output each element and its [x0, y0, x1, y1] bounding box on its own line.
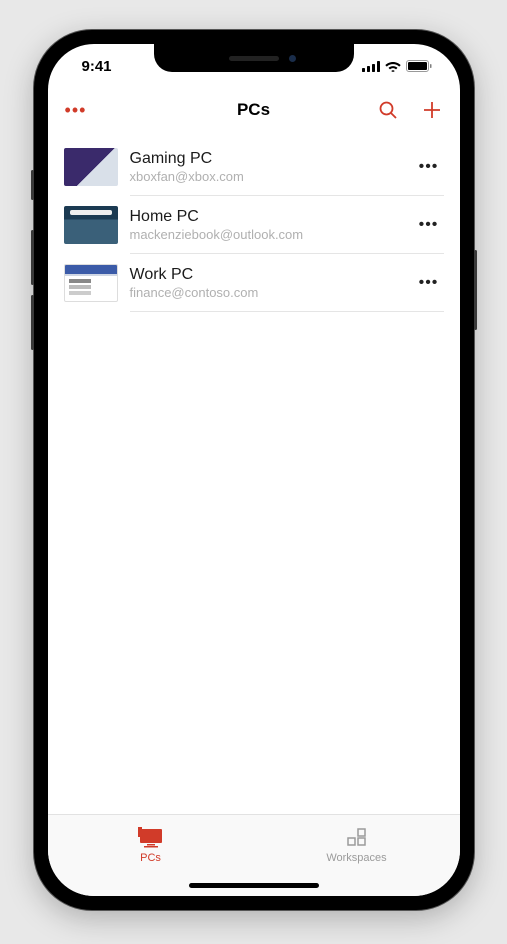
- notch: [154, 44, 354, 72]
- workspaces-icon: [344, 827, 370, 849]
- list-item[interactable]: Home PC mackenziebook@outlook.com •••: [48, 196, 460, 254]
- tab-label: PCs: [140, 852, 161, 864]
- monitor-icon: [138, 827, 164, 849]
- tab-pcs[interactable]: PCs: [48, 815, 254, 876]
- status-indicators: [362, 60, 432, 72]
- pc-name: Work PC: [130, 266, 402, 284]
- battery-icon: [406, 60, 432, 72]
- pc-list: Gaming PC xboxfan@xbox.com ••• Home PC m…: [48, 132, 460, 814]
- search-icon: [378, 100, 398, 120]
- cellular-icon: [362, 61, 380, 72]
- home-indicator[interactable]: [189, 883, 319, 888]
- header: ••• PCs: [48, 88, 460, 132]
- pc-thumbnail: [64, 148, 118, 186]
- screen: 9:41 ••• PCs: [48, 44, 460, 896]
- item-more-button[interactable]: •••: [414, 159, 444, 175]
- pc-thumbnail: [64, 264, 118, 302]
- search-button[interactable]: [376, 98, 400, 122]
- pc-account: xboxfan@xbox.com: [130, 169, 402, 184]
- pc-thumbnail: [64, 206, 118, 244]
- add-button[interactable]: [420, 98, 444, 122]
- tab-label: Workspaces: [326, 852, 386, 864]
- pc-account: finance@contoso.com: [130, 285, 402, 300]
- wifi-icon: [385, 60, 401, 72]
- phone-frame: 9:41 ••• PCs: [34, 30, 474, 910]
- menu-more-icon[interactable]: •••: [64, 98, 88, 122]
- pc-name: Home PC: [130, 208, 402, 226]
- list-item[interactable]: Gaming PC xboxfan@xbox.com •••: [48, 138, 460, 196]
- pc-account: mackenziebook@outlook.com: [130, 227, 402, 242]
- status-time: 9:41: [82, 58, 112, 75]
- item-more-button[interactable]: •••: [414, 275, 444, 291]
- plus-icon: [421, 99, 443, 121]
- item-more-button[interactable]: •••: [414, 217, 444, 233]
- pc-name: Gaming PC: [130, 150, 402, 168]
- list-item[interactable]: Work PC finance@contoso.com •••: [48, 254, 460, 312]
- tab-workspaces[interactable]: Workspaces: [254, 815, 460, 876]
